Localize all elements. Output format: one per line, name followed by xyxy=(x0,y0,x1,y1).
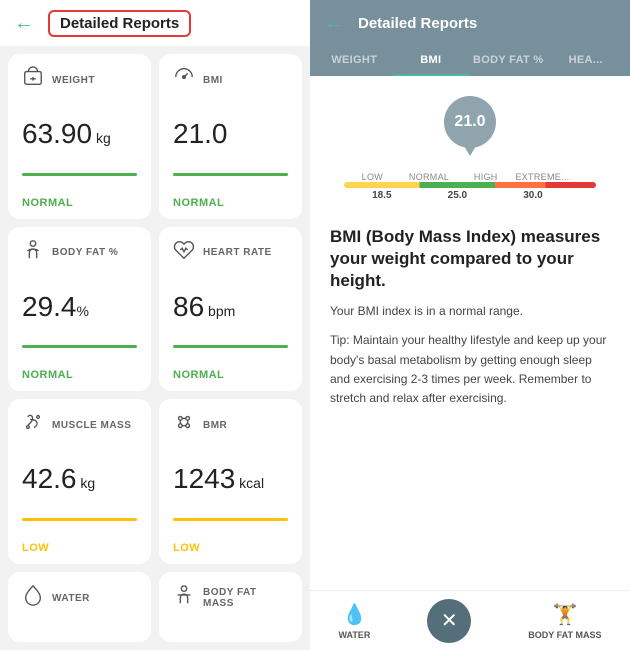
metric-label: HEART RATE xyxy=(203,247,272,258)
metric-header: BMR xyxy=(173,411,288,439)
metric-label: BMI xyxy=(203,75,223,86)
back-arrow-left[interactable]: ← xyxy=(14,12,34,35)
metric-card-bmr[interactable]: BMR 1243 kcal LOW xyxy=(159,399,302,564)
metric-header: WEIGHT xyxy=(22,66,137,94)
tab-body-fat-%[interactable]: BODY FAT % xyxy=(469,46,547,76)
gauge-bubble: 21.0 xyxy=(444,96,496,148)
metric-status: LOW xyxy=(173,542,288,554)
metric-status: NORMAL xyxy=(22,369,137,381)
metric-value: 1243 kcal xyxy=(173,464,288,495)
partial-metric-body-fat-mass[interactable]: BODY FAT MASS xyxy=(159,572,302,642)
bottom-tab-bar: 💧 WATER ✕ 🏋 BODY FAT MASS xyxy=(310,590,630,650)
water-icon xyxy=(22,584,44,612)
metric-label: WEIGHT xyxy=(52,75,95,86)
metric-status: NORMAL xyxy=(173,197,288,209)
gauge-label: NORMAL xyxy=(401,172,458,182)
metric-bar xyxy=(22,345,137,348)
metric-value: 86 bpm xyxy=(173,292,288,323)
metric-header: HEART RATE xyxy=(173,239,288,267)
metric-card-body-fat-%[interactable]: BODY FAT % 29.4% NORMAL xyxy=(8,227,151,392)
heart rate-icon xyxy=(173,239,195,267)
body-fat-mass-icon: 🏋 xyxy=(552,602,577,627)
metric-bar xyxy=(22,173,137,176)
metric-value: 63.90 kg xyxy=(22,119,137,150)
left-header: ← Detailed Reports xyxy=(0,0,310,46)
bottom-tab-body-fat-mass[interactable]: 🏋 BODY FAT MASS xyxy=(528,602,601,640)
metric-status: NORMAL xyxy=(173,369,288,381)
tab-bmi[interactable]: BMI xyxy=(393,46,470,76)
gauge-bar-container: LOWNORMALHIGHEXTREME... 18.5 25.0 30.0 xyxy=(344,168,596,201)
gauge-label: LOW xyxy=(344,172,401,182)
partial-metrics-row: WATER BODY FAT MASS xyxy=(0,572,310,650)
partial-metric-label: WATER xyxy=(52,593,90,604)
bmr-icon xyxy=(173,411,195,439)
right-panel: ← Detailed Reports WEIGHTBMIBODY FAT %HE… xyxy=(310,0,630,650)
gauge-values: 18.5 25.0 30.0 xyxy=(344,190,571,201)
right-title: Detailed Reports xyxy=(358,15,477,32)
bmi-icon xyxy=(173,66,195,94)
metric-card-muscle-mass[interactable]: MUSCLE MASS 42.6 kg LOW xyxy=(8,399,151,564)
muscle mass-icon xyxy=(22,411,44,439)
bmi-gauge-section: 21.0 LOWNORMALHIGHEXTREME... 18.5 25.0 30.… xyxy=(310,76,630,216)
gauge-value: 18.5 xyxy=(372,190,391,201)
bmi-title: BMI (Body Mass Index) measures your weig… xyxy=(330,226,610,292)
back-arrow-right[interactable]: ← xyxy=(324,12,344,35)
gauge-label: EXTREME... xyxy=(514,172,571,182)
metric-bar xyxy=(22,518,137,521)
metric-card-bmi[interactable]: BMI 21.0 NORMAL xyxy=(159,54,302,219)
metric-value: 21.0 xyxy=(173,119,288,150)
metric-bar xyxy=(173,345,288,348)
left-title: Detailed Reports xyxy=(48,10,191,37)
gauge-value: 25.0 xyxy=(448,190,467,201)
gauge-label: HIGH xyxy=(457,172,514,182)
gauge-labels: LOWNORMALHIGHEXTREME... xyxy=(344,172,571,182)
metric-bar xyxy=(173,173,288,176)
partial-metric-label: BODY FAT MASS xyxy=(203,587,288,609)
metric-header: BODY FAT % xyxy=(22,239,137,267)
metric-bar xyxy=(173,518,288,521)
gauge-bar xyxy=(344,182,596,188)
detail-card: 21.0 LOWNORMALHIGHEXTREME... 18.5 25.0 30.… xyxy=(310,76,630,650)
metric-header: BMI xyxy=(173,66,288,94)
metric-header: MUSCLE MASS xyxy=(22,411,137,439)
metric-label: MUSCLE MASS xyxy=(52,420,131,431)
body-fat-mass-label: BODY FAT MASS xyxy=(528,630,601,640)
partial-metric-water[interactable]: WATER xyxy=(8,572,151,642)
metric-card-weight[interactable]: WEIGHT 63.90 kg NORMAL xyxy=(8,54,151,219)
left-panel: ← Detailed Reports WEIGHT 63.90 kg NORMA… xyxy=(0,0,310,650)
metric-label: BMR xyxy=(203,420,227,431)
body fat mass-icon xyxy=(173,584,195,612)
partial-metric-header: BODY FAT MASS xyxy=(173,584,288,612)
gauge-container: 21.0 LOWNORMALHIGHEXTREME... 18.5 25.0 30.… xyxy=(330,96,610,206)
tab-bar: WEIGHTBMIBODY FAT %HEA... xyxy=(310,46,630,76)
close-button[interactable]: ✕ xyxy=(427,599,471,643)
right-header: ← Detailed Reports xyxy=(310,0,630,46)
metric-value: 42.6 kg xyxy=(22,464,137,495)
metric-status: NORMAL xyxy=(22,197,137,209)
bottom-tab-water[interactable]: 💧 WATER xyxy=(338,602,370,640)
gauge-value: 30.0 xyxy=(523,190,542,201)
metric-card-heart-rate[interactable]: HEART RATE 86 bpm NORMAL xyxy=(159,227,302,392)
metrics-grid: WEIGHT 63.90 kg NORMAL BMI 21.0 NORMAL B… xyxy=(0,46,310,572)
water-icon: 💧 xyxy=(342,602,367,627)
bmi-description: BMI (Body Mass Index) measures your weig… xyxy=(310,216,630,428)
metric-status: LOW xyxy=(22,542,137,554)
body fat %-icon xyxy=(22,239,44,267)
bmi-normal-text: Your BMI index is in a normal range. xyxy=(330,302,610,321)
tab-weight[interactable]: WEIGHT xyxy=(316,46,393,76)
bmi-tip-text: Tip: Maintain your healthy lifestyle and… xyxy=(330,331,610,408)
tab-hea...[interactable]: HEA... xyxy=(547,46,624,76)
partial-metric-header: WATER xyxy=(22,584,90,612)
water-label: WATER xyxy=(338,630,370,640)
weight-icon xyxy=(22,66,44,94)
metric-value: 29.4% xyxy=(22,292,137,323)
metric-label: BODY FAT % xyxy=(52,247,118,258)
close-icon: ✕ xyxy=(441,608,458,633)
